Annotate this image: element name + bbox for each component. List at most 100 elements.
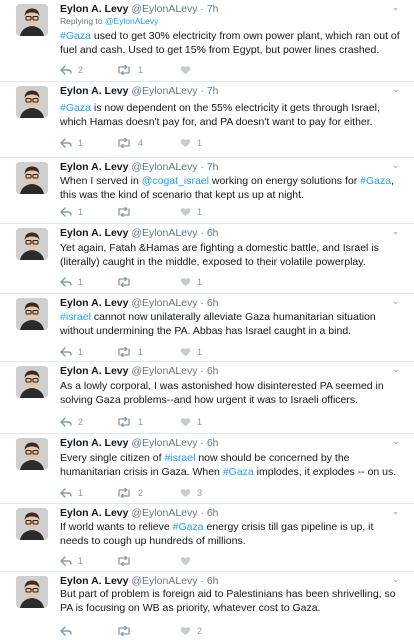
like-button[interactable]: 1: [180, 346, 202, 358]
author-name[interactable]: Eylon A. Levy: [60, 507, 128, 519]
avatar[interactable]: [16, 86, 48, 118]
like-count: 1: [197, 207, 203, 217]
retweet-button[interactable]: 2: [116, 487, 143, 499]
tweet[interactable]: Eylon A. Levy @EylonALevy · 7h ⌄ When I …: [0, 158, 414, 224]
reply-button[interactable]: 1: [60, 276, 83, 288]
reply-button[interactable]: 1: [60, 555, 83, 567]
author-name[interactable]: Eylon A. Levy: [60, 3, 128, 15]
author-name[interactable]: Eylon A. Levy: [60, 85, 128, 97]
timestamp[interactable]: 7h: [207, 85, 219, 97]
chevron-down-icon[interactable]: ⌄: [392, 226, 402, 236]
timestamp[interactable]: 6h: [207, 365, 219, 377]
author-name[interactable]: Eylon A. Levy: [60, 365, 128, 377]
chevron-down-icon[interactable]: ⌄: [392, 2, 402, 12]
tweet[interactable]: Eylon A. Levy @EylonALevy · 6h ⌄ But par…: [0, 572, 414, 640]
author-handle[interactable]: @EylonALevy: [131, 3, 197, 15]
reply-count: 1: [78, 488, 84, 498]
separator-dot: ·: [200, 507, 204, 519]
retweet-button[interactable]: [116, 625, 138, 637]
author-handle[interactable]: @EylonALevy: [131, 297, 197, 309]
author-name[interactable]: Eylon A. Levy: [60, 161, 128, 173]
tweet[interactable]: Eylon A. Levy @EylonALevy · 6h ⌄ If worl…: [0, 504, 414, 572]
reply-button[interactable]: 2: [60, 416, 83, 428]
hashtag-link[interactable]: #israel: [164, 452, 195, 464]
reply-button[interactable]: 1: [60, 487, 83, 499]
heart-icon: [180, 488, 191, 498]
hashtag-link[interactable]: #Gaza: [60, 30, 91, 42]
author-handle[interactable]: @EylonALevy: [131, 85, 197, 97]
timestamp[interactable]: 7h: [207, 161, 219, 173]
timestamp[interactable]: 6h: [207, 437, 219, 449]
retweet-button[interactable]: [116, 555, 138, 567]
tweet[interactable]: Eylon A. Levy @EylonALevy · 6h ⌄ #israel…: [0, 294, 414, 362]
hashtag-link[interactable]: #israel: [60, 311, 91, 323]
avatar[interactable]: [16, 576, 48, 608]
chevron-down-icon[interactable]: ⌄: [392, 296, 402, 306]
tweet[interactable]: Eylon A. Levy @EylonALevy · 6h ⌄ Yet aga…: [0, 224, 414, 294]
tweet-text: #Gaza used to get 30% electricity from o…: [60, 29, 400, 57]
author-name[interactable]: Eylon A. Levy: [60, 575, 128, 587]
timestamp[interactable]: 6h: [207, 297, 219, 309]
reply-button[interactable]: [60, 625, 78, 637]
reply-button[interactable]: 1: [60, 346, 83, 358]
tweet[interactable]: Eylon A. Levy @EylonALevy · 7h ⌄ #Gaza i…: [0, 82, 414, 158]
hashtag-link[interactable]: #Gaza: [60, 102, 91, 114]
author-handle[interactable]: @EylonALevy: [131, 227, 197, 239]
author-handle[interactable]: @EylonALevy: [131, 161, 197, 173]
author-name[interactable]: Eylon A. Levy: [60, 297, 128, 309]
author-handle[interactable]: @EylonALevy: [131, 507, 197, 519]
hashtag-link[interactable]: #Gaza: [173, 521, 204, 533]
like-button[interactable]: 1: [180, 416, 202, 428]
like-button[interactable]: 1: [180, 206, 202, 218]
avatar[interactable]: [16, 298, 48, 330]
chevron-down-icon[interactable]: ⌄: [392, 160, 402, 170]
reply-button[interactable]: 2: [60, 64, 83, 76]
timestamp[interactable]: 6h: [207, 575, 219, 587]
author-name[interactable]: Eylon A. Levy: [60, 437, 128, 449]
like-button[interactable]: 3: [180, 487, 202, 499]
tweet-text-segment: cannot now unilaterally alleviate Gaza h…: [60, 311, 376, 337]
avatar[interactable]: [16, 4, 48, 36]
avatar[interactable]: [16, 438, 48, 470]
retweet-button[interactable]: 4: [116, 137, 143, 149]
hashtag-link[interactable]: #Gaza: [360, 175, 391, 187]
retweet-button[interactable]: 1: [116, 416, 143, 428]
author-handle[interactable]: @EylonALevy: [131, 365, 197, 377]
like-button[interactable]: [180, 64, 197, 76]
chevron-down-icon[interactable]: ⌄: [392, 364, 402, 374]
replying-to-label: Replying to: [60, 16, 105, 26]
avatar[interactable]: [16, 366, 48, 398]
author-name[interactable]: Eylon A. Levy: [60, 227, 128, 239]
retweet-button[interactable]: 1: [116, 64, 143, 76]
avatar[interactable]: [16, 162, 48, 194]
replying-to-handle[interactable]: @EylonALevy: [105, 16, 159, 26]
timestamp[interactable]: 7h: [207, 3, 219, 15]
retweet-count: 1: [138, 65, 144, 75]
retweet-button[interactable]: [116, 206, 138, 218]
reply-count: 2: [78, 65, 84, 75]
mention-link[interactable]: @cogat_israel: [142, 175, 209, 187]
timestamp[interactable]: 6h: [207, 507, 219, 519]
chevron-down-icon[interactable]: ⌄: [392, 506, 402, 516]
author-handle[interactable]: @EylonALevy: [131, 437, 197, 449]
avatar[interactable]: [16, 228, 48, 260]
timestamp[interactable]: 6h: [207, 227, 219, 239]
tweet[interactable]: Eylon A. Levy @EylonALevy · 6h ⌄ As a lo…: [0, 362, 414, 434]
like-button[interactable]: 1: [180, 276, 202, 288]
hashtag-link[interactable]: #Gaza: [223, 466, 254, 478]
avatar[interactable]: [16, 508, 48, 540]
author-handle[interactable]: @EylonALevy: [131, 575, 197, 587]
like-button[interactable]: 1: [180, 137, 202, 149]
like-button[interactable]: [180, 555, 197, 567]
tweet[interactable]: Eylon A. Levy @EylonALevy · 6h ⌄ Every s…: [0, 434, 414, 504]
retweet-button[interactable]: 1: [116, 346, 143, 358]
chevron-down-icon[interactable]: ⌄: [392, 574, 402, 584]
like-button[interactable]: 2: [180, 625, 202, 637]
tweet[interactable]: Eylon A. Levy @EylonALevy · 7h ⌄ Replyin…: [0, 0, 414, 82]
chevron-down-icon[interactable]: ⌄: [392, 84, 402, 94]
reply-button[interactable]: 1: [60, 137, 83, 149]
retweet-button[interactable]: [116, 276, 138, 288]
reply-icon: [60, 488, 72, 498]
chevron-down-icon[interactable]: ⌄: [392, 436, 402, 446]
reply-button[interactable]: 1: [60, 206, 83, 218]
